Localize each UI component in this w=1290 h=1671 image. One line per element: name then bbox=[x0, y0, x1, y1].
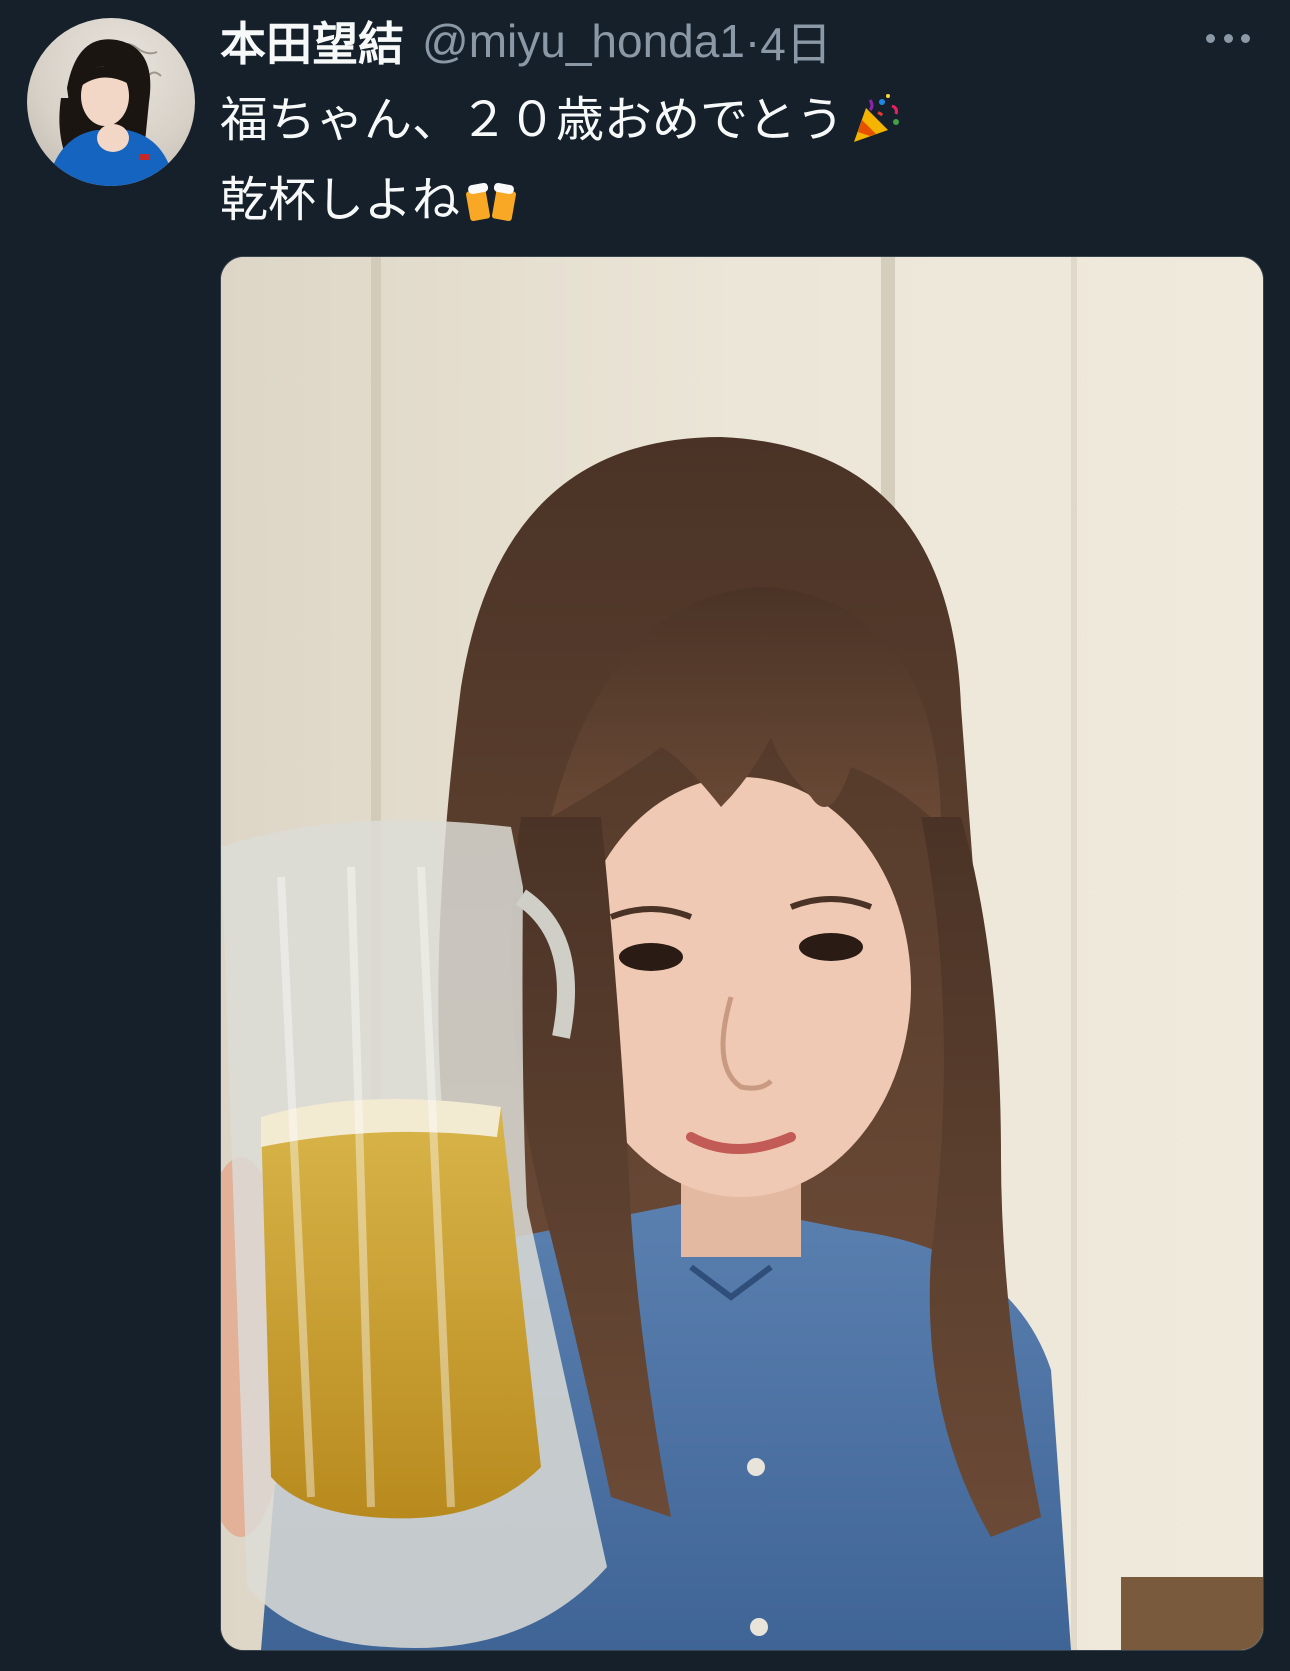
more-dot bbox=[1223, 33, 1233, 43]
avatar-image bbox=[47, 39, 175, 186]
tweet-text-line-1-content: 福ちゃん、２０歳おめでとう bbox=[220, 92, 845, 148]
author-handle[interactable]: @miyu_honda1 bbox=[422, 14, 745, 68]
tweet-text: 福ちゃん、２０歳おめでとう 乾杯しよね bbox=[220, 80, 1250, 240]
tweet[interactable]: 本田望結 @miyu_honda1 · 4日 福ちゃん、２０歳おめでとう 乾杯し… bbox=[0, 0, 1290, 1671]
tweet-timestamp[interactable]: 4日 bbox=[760, 8, 832, 74]
tweet-text-line-1: 福ちゃん、２０歳おめでとう bbox=[220, 80, 1250, 160]
photo-image bbox=[221, 257, 1263, 1650]
tweet-text-line-2-content: 乾杯しよね bbox=[220, 172, 461, 228]
clinking-beer-mugs-emoji-icon bbox=[466, 182, 516, 222]
tweet-text-line-2: 乾杯しよね bbox=[220, 160, 1250, 240]
party-popper-emoji-icon bbox=[854, 94, 900, 142]
author-display-name[interactable]: 本田望結 bbox=[220, 8, 404, 74]
more-horizontal-icon[interactable] bbox=[1206, 28, 1250, 48]
tweet-header: 本田望結 @miyu_honda1 · 4日 bbox=[220, 10, 1250, 72]
separator-dot: · bbox=[744, 15, 761, 67]
tweet-photo[interactable] bbox=[220, 256, 1264, 1651]
more-dot bbox=[1241, 33, 1250, 43]
author-avatar[interactable] bbox=[27, 18, 195, 186]
more-dot bbox=[1206, 33, 1215, 43]
